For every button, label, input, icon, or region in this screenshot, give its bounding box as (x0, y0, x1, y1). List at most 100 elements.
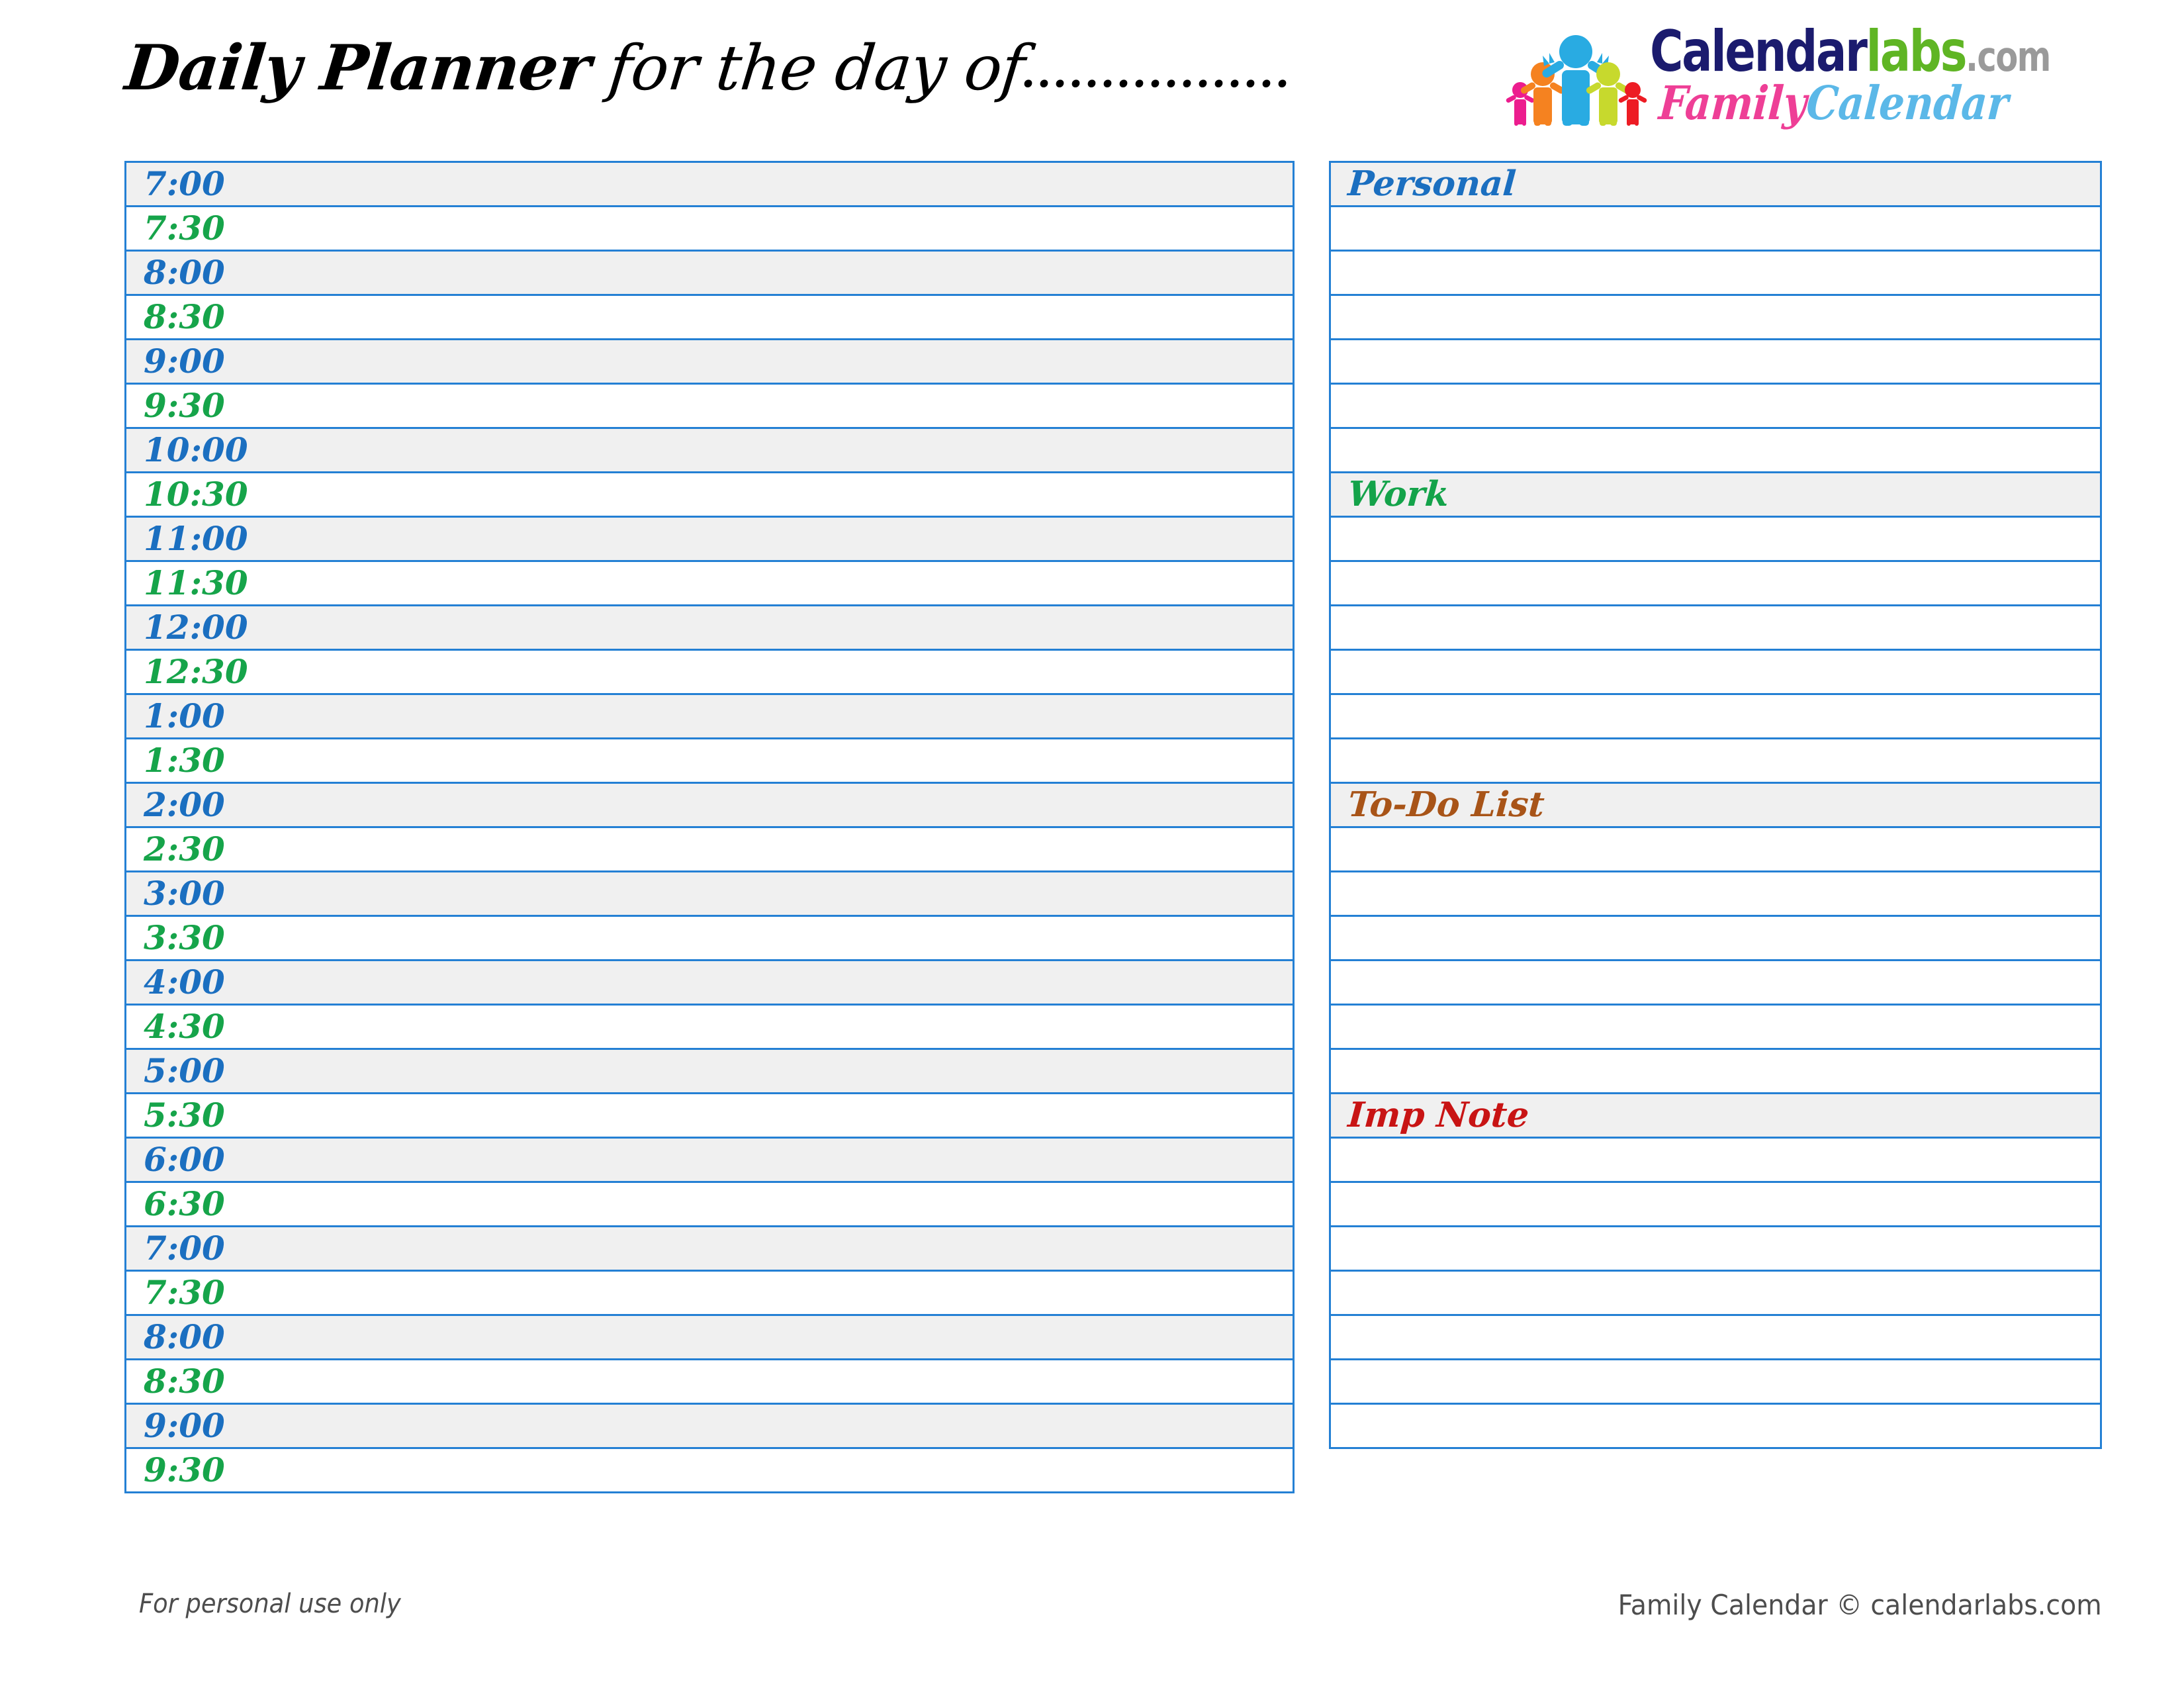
schedule-row[interactable]: 9:30 (124, 383, 1295, 429)
section-entry-cell[interactable] (1329, 959, 2102, 1006)
schedule-row[interactable]: 7:00 (124, 161, 1295, 207)
schedule-row[interactable]: 8:00 (124, 250, 1295, 296)
schedule-slot-cell[interactable]: 7:30 (124, 205, 1295, 252)
section-entry-row[interactable] (1329, 383, 2102, 429)
schedule-slot-cell[interactable]: 8:30 (124, 1358, 1295, 1405)
section-entry-row[interactable] (1329, 693, 2102, 739)
schedule-row[interactable]: 11:00 (124, 516, 1295, 562)
schedule-slot-cell[interactable]: 9:00 (124, 1403, 1295, 1449)
schedule-slot-cell[interactable]: 11:00 (124, 516, 1295, 562)
schedule-slot-cell[interactable]: 8:30 (124, 294, 1295, 340)
section-entry-cell[interactable] (1329, 1181, 2102, 1227)
section-entry-row[interactable] (1329, 604, 2102, 651)
schedule-row[interactable]: 2:00 (124, 782, 1295, 828)
section-entry-cell[interactable] (1329, 1137, 2102, 1183)
schedule-slot-cell[interactable]: 4:00 (124, 959, 1295, 1006)
schedule-slot-cell[interactable]: 7:00 (124, 161, 1295, 207)
schedule-row[interactable]: 7:30 (124, 1270, 1295, 1316)
section-entry-cell[interactable] (1329, 205, 2102, 252)
section-entry-row[interactable] (1329, 870, 2102, 917)
schedule-row[interactable]: 8:30 (124, 294, 1295, 340)
schedule-row[interactable]: 7:30 (124, 205, 1295, 252)
section-entry-cell[interactable] (1329, 1403, 2102, 1449)
section-entry-row[interactable] (1329, 1181, 2102, 1227)
section-entry-cell[interactable] (1329, 737, 2102, 784)
section-entry-cell[interactable] (1329, 338, 2102, 385)
section-entry-cell[interactable] (1329, 294, 2102, 340)
schedule-row[interactable]: 8:00 (124, 1314, 1295, 1360)
schedule-slot-cell[interactable]: 7:30 (124, 1270, 1295, 1316)
section-entry-row[interactable] (1329, 516, 2102, 562)
schedule-slot-cell[interactable]: 2:30 (124, 826, 1295, 872)
section-entry-row[interactable] (1329, 205, 2102, 252)
schedule-slot-cell[interactable]: 7:00 (124, 1225, 1295, 1272)
schedule-row[interactable]: 7:00 (124, 1225, 1295, 1272)
section-entry-row[interactable] (1329, 1358, 2102, 1405)
section-entry-cell[interactable] (1329, 1225, 2102, 1272)
schedule-row[interactable]: 4:00 (124, 959, 1295, 1006)
section-entry-row[interactable] (1329, 1270, 2102, 1316)
section-entry-cell[interactable] (1329, 915, 2102, 961)
section-entry-cell[interactable] (1329, 870, 2102, 917)
schedule-row[interactable]: 12:00 (124, 604, 1295, 651)
schedule-slot-cell[interactable]: 3:30 (124, 915, 1295, 961)
section-entry-row[interactable] (1329, 338, 2102, 385)
schedule-row[interactable]: 8:30 (124, 1358, 1295, 1405)
schedule-row[interactable]: 9:00 (124, 338, 1295, 385)
schedule-row[interactable]: 10:00 (124, 427, 1295, 473)
section-entry-row[interactable] (1329, 649, 2102, 695)
schedule-slot-cell[interactable]: 1:30 (124, 737, 1295, 784)
schedule-row[interactable]: 3:00 (124, 870, 1295, 917)
section-entry-row[interactable] (1329, 1137, 2102, 1183)
section-entry-row[interactable] (1329, 1048, 2102, 1094)
section-entry-cell[interactable] (1329, 1314, 2102, 1360)
schedule-row[interactable]: 10:30 (124, 471, 1295, 518)
schedule-row[interactable]: 5:30 (124, 1092, 1295, 1139)
schedule-slot-cell[interactable]: 4:30 (124, 1004, 1295, 1050)
section-entry-row[interactable] (1329, 737, 2102, 784)
section-entry-cell[interactable] (1329, 1270, 2102, 1316)
schedule-slot-cell[interactable]: 11:30 (124, 560, 1295, 606)
section-entry-row[interactable] (1329, 560, 2102, 606)
schedule-slot-cell[interactable]: 9:00 (124, 338, 1295, 385)
section-entry-cell[interactable] (1329, 250, 2102, 296)
section-entry-cell[interactable] (1329, 516, 2102, 562)
schedule-slot-cell[interactable]: 12:30 (124, 649, 1295, 695)
schedule-row[interactable]: 9:30 (124, 1447, 1295, 1493)
section-entry-row[interactable] (1329, 1403, 2102, 1449)
schedule-row[interactable]: 6:00 (124, 1137, 1295, 1183)
schedule-slot-cell[interactable]: 8:00 (124, 250, 1295, 296)
schedule-slot-cell[interactable]: 10:00 (124, 427, 1295, 473)
schedule-row[interactable]: 3:30 (124, 915, 1295, 961)
schedule-row[interactable]: 1:00 (124, 693, 1295, 739)
schedule-slot-cell[interactable]: 10:30 (124, 471, 1295, 518)
section-entry-cell[interactable] (1329, 649, 2102, 695)
section-entry-cell[interactable] (1329, 604, 2102, 651)
schedule-row[interactable]: 9:00 (124, 1403, 1295, 1449)
schedule-slot-cell[interactable]: 5:00 (124, 1048, 1295, 1094)
schedule-slot-cell[interactable]: 8:00 (124, 1314, 1295, 1360)
schedule-row[interactable]: 2:30 (124, 826, 1295, 872)
schedule-row[interactable]: 6:30 (124, 1181, 1295, 1227)
schedule-slot-cell[interactable]: 9:30 (124, 383, 1295, 429)
section-entry-row[interactable] (1329, 1004, 2102, 1050)
section-entry-row[interactable] (1329, 250, 2102, 296)
section-entry-row[interactable] (1329, 1314, 2102, 1360)
section-entry-row[interactable] (1329, 1225, 2102, 1272)
section-entry-cell[interactable] (1329, 383, 2102, 429)
schedule-slot-cell[interactable]: 5:30 (124, 1092, 1295, 1139)
schedule-row[interactable]: 4:30 (124, 1004, 1295, 1050)
section-entry-cell[interactable] (1329, 693, 2102, 739)
schedule-row[interactable]: 12:30 (124, 649, 1295, 695)
section-entry-cell[interactable] (1329, 1004, 2102, 1050)
section-entry-row[interactable] (1329, 294, 2102, 340)
schedule-slot-cell[interactable]: 2:00 (124, 782, 1295, 828)
schedule-slot-cell[interactable]: 6:00 (124, 1137, 1295, 1183)
schedule-slot-cell[interactable]: 9:30 (124, 1447, 1295, 1493)
schedule-row[interactable]: 5:00 (124, 1048, 1295, 1094)
schedule-row[interactable]: 1:30 (124, 737, 1295, 784)
section-entry-row[interactable] (1329, 826, 2102, 872)
schedule-slot-cell[interactable]: 1:00 (124, 693, 1295, 739)
section-entry-cell[interactable] (1329, 560, 2102, 606)
schedule-slot-cell[interactable]: 3:00 (124, 870, 1295, 917)
